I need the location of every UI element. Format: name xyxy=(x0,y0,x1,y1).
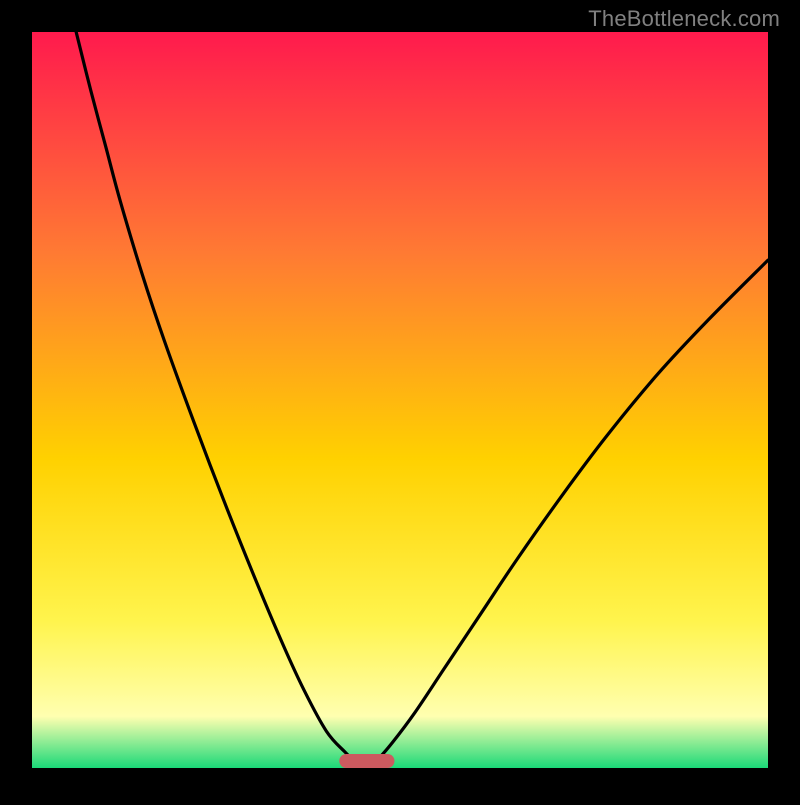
chart-frame: { "watermark": "TheBottleneck.com", "gra… xyxy=(0,0,800,800)
plot-background xyxy=(32,32,768,768)
optimal-marker xyxy=(339,754,394,768)
watermark-text: TheBottleneck.com xyxy=(588,6,780,32)
bottleneck-chart xyxy=(0,0,800,800)
